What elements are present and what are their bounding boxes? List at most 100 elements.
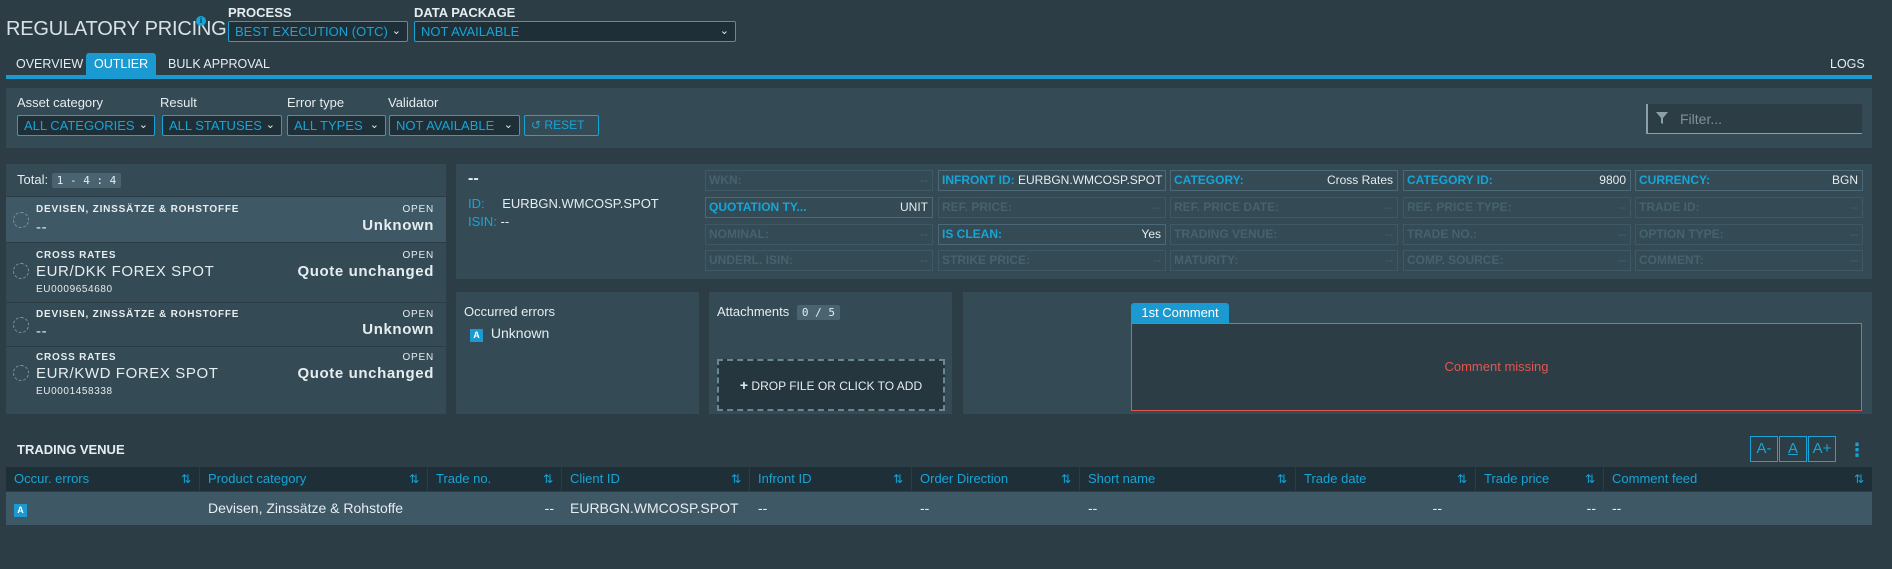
list-item-result: Quote unchanged — [297, 365, 434, 382]
field-comp-source: COMP. SOURCE: -- — [1403, 250, 1631, 271]
chevron-down-icon: ⌄ — [503, 119, 513, 131]
data-package-select[interactable]: NOT AVAILABLE ⌄ — [414, 21, 736, 42]
validator-select[interactable]: NOT AVAILABLE ⌄ — [389, 115, 520, 136]
col-product-category[interactable]: Product category ⇅ — [202, 467, 428, 491]
validator-value: NOT AVAILABLE — [396, 118, 495, 133]
attachments-title: Attachments — [717, 304, 790, 319]
detail-title: -- — [468, 170, 479, 187]
detail-isin: ISIN: -- — [468, 214, 509, 229]
list-item-category: DEVISEN, ZINSSÄTZE & ROHSTOFFE — [36, 309, 240, 320]
comment-box[interactable]: Comment missing — [1131, 323, 1862, 411]
error-type-label: Error type — [287, 95, 345, 110]
list-item-result: Unknown — [362, 217, 434, 234]
process-select[interactable]: BEST EXECUTION (OTC) ⌄ — [228, 21, 408, 42]
process-label: PROCESS — [228, 5, 292, 20]
font-reset-button[interactable]: A — [1779, 436, 1807, 462]
field-wkn: WKN: -- — [705, 170, 933, 191]
filter-icon — [1656, 112, 1668, 124]
col-client-id[interactable]: Client ID ⇅ — [564, 467, 750, 491]
status-circle-icon — [13, 365, 29, 381]
error-type-badge: A — [14, 504, 27, 517]
chevron-down-icon: ⌄ — [391, 25, 401, 37]
list-item[interactable]: CROSS RATES EUR/DKK FOREX SPOT EU0009654… — [6, 242, 446, 302]
tab-overview[interactable]: OVERVIEW — [8, 53, 91, 75]
field-infront-id: INFRONT ID: EURBGN.WMCOSP.SPOT — [938, 170, 1166, 191]
cell-client-id: EURBGN.WMCOSP.SPOT — [570, 500, 739, 516]
chevron-down-icon: ⌄ — [369, 119, 379, 131]
reset-button[interactable]: ↺ RESET — [524, 115, 599, 136]
col-short-name[interactable]: Short name ⇅ — [1082, 467, 1296, 491]
plus-icon: + — [739, 377, 749, 393]
cell-trade-no: -- — [544, 500, 554, 516]
list-item-title: -- — [36, 323, 48, 340]
list-item-category: CROSS RATES — [36, 250, 117, 261]
field-trading-venue: TRADING VENUE: -- — [1170, 224, 1398, 245]
sort-icon: ⇅ — [1584, 472, 1595, 486]
list-item-title: EUR/KWD FOREX SPOT — [36, 365, 219, 382]
error-item: A Unknown — [470, 325, 549, 342]
list-total: Total: 1 - 4 : 4 — [17, 172, 122, 188]
list-item-status: OPEN — [402, 250, 434, 261]
sort-icon: ⇅ — [180, 472, 191, 486]
field-currency: CURRENCY: BGN — [1635, 170, 1863, 191]
asset-category-select[interactable]: ALL CATEGORIES ⌄ — [17, 115, 155, 136]
error-type-value: ALL TYPES — [294, 118, 363, 133]
total-label: Total: — [17, 172, 49, 187]
cell-comment-feed: -- — [1612, 500, 1622, 516]
field-ref-price: REF. PRICE: -- — [938, 197, 1166, 218]
cell-short-name: -- — [1088, 500, 1098, 516]
list-item-title: -- — [36, 219, 48, 236]
list-item[interactable]: CROSS RATES EUR/KWD FOREX SPOT EU0001458… — [6, 346, 446, 406]
field-comment: COMMENT: -- — [1635, 250, 1863, 271]
list-item[interactable]: DEVISEN, ZINSSÄTZE & ROHSTOFFE -- OPEN U… — [6, 196, 446, 242]
col-infront-id[interactable]: Infront ID ⇅ — [752, 467, 912, 491]
result-select[interactable]: ALL STATUSES ⌄ — [162, 115, 282, 136]
isin-value: -- — [500, 214, 510, 229]
list-item-category: CROSS RATES — [36, 352, 117, 363]
cell-trade-date: -- — [1432, 500, 1442, 516]
col-occur-errors[interactable]: Occur. errors ⇅ — [8, 467, 200, 491]
sort-icon: ⇅ — [542, 472, 553, 486]
sort-icon: ⇅ — [730, 472, 741, 486]
field-trade-no: TRADE NO.: -- — [1403, 224, 1631, 245]
error-type-select[interactable]: ALL TYPES ⌄ — [287, 115, 386, 136]
sort-icon: ⇅ — [408, 472, 419, 486]
id-label: ID: — [468, 196, 485, 211]
col-trade-no[interactable]: Trade no. ⇅ — [430, 467, 562, 491]
font-increase-button[interactable]: A+ — [1808, 436, 1836, 462]
result-value: ALL STATUSES — [169, 118, 262, 133]
logs-link[interactable]: LOGS — [1822, 53, 1873, 75]
error-item-label: Unknown — [490, 325, 550, 341]
sort-icon: ⇅ — [1060, 472, 1071, 486]
isin-label: ISIN: — [468, 214, 497, 229]
field-is-clean: IS CLEAN: Yes — [938, 224, 1166, 245]
attachments-count: 0 / 5 — [796, 305, 841, 320]
col-order-direction[interactable]: Order Direction ⇅ — [914, 467, 1080, 491]
filter-bar — [6, 88, 1872, 148]
cell-product-category: Devisen, Zinssätze & Rohstoffe — [208, 500, 404, 516]
tab-outlier[interactable]: OUTLIER — [86, 53, 157, 75]
field-ref-price-date: REF. PRICE DATE: -- — [1170, 197, 1398, 218]
chevron-down-icon: ⌄ — [138, 119, 148, 131]
list-item-status: OPEN — [402, 352, 434, 363]
drop-zone[interactable]: + DROP FILE OR CLICK TO ADD — [717, 359, 945, 411]
col-comment-feed[interactable]: Comment feed ⇅ — [1606, 467, 1872, 491]
tab-bulk-approval[interactable]: BULK APPROVAL — [160, 53, 278, 75]
tab-first-comment[interactable]: 1st Comment — [1131, 303, 1229, 323]
field-category-id: CATEGORY ID: 9800 — [1403, 170, 1631, 191]
chevron-down-icon: ⌄ — [719, 25, 729, 37]
error-type-badge: A — [470, 329, 483, 342]
list-item-status: OPEN — [402, 204, 434, 215]
tab-underline — [6, 75, 1872, 79]
list-item-title: EUR/DKK FOREX SPOT — [36, 263, 215, 280]
font-decrease-button[interactable]: A- — [1750, 436, 1778, 462]
filter-input[interactable]: Filter... — [1646, 104, 1862, 134]
list-item[interactable]: DEVISEN, ZINSSÄTZE & ROHSTOFFE -- OPEN U… — [6, 302, 446, 346]
detail-id: ID: EURBGN.WMCOSP.SPOT — [468, 196, 659, 211]
col-trade-price[interactable]: Trade price ⇅ — [1478, 467, 1604, 491]
id-value: EURBGN.WMCOSP.SPOT — [502, 196, 659, 211]
asset-category-value: ALL CATEGORIES — [24, 118, 135, 133]
info-icon[interactable]: i — [196, 16, 206, 26]
more-vertical-icon[interactable]: ⋮ — [1848, 440, 1866, 461]
col-trade-date[interactable]: Trade date ⇅ — [1298, 467, 1476, 491]
